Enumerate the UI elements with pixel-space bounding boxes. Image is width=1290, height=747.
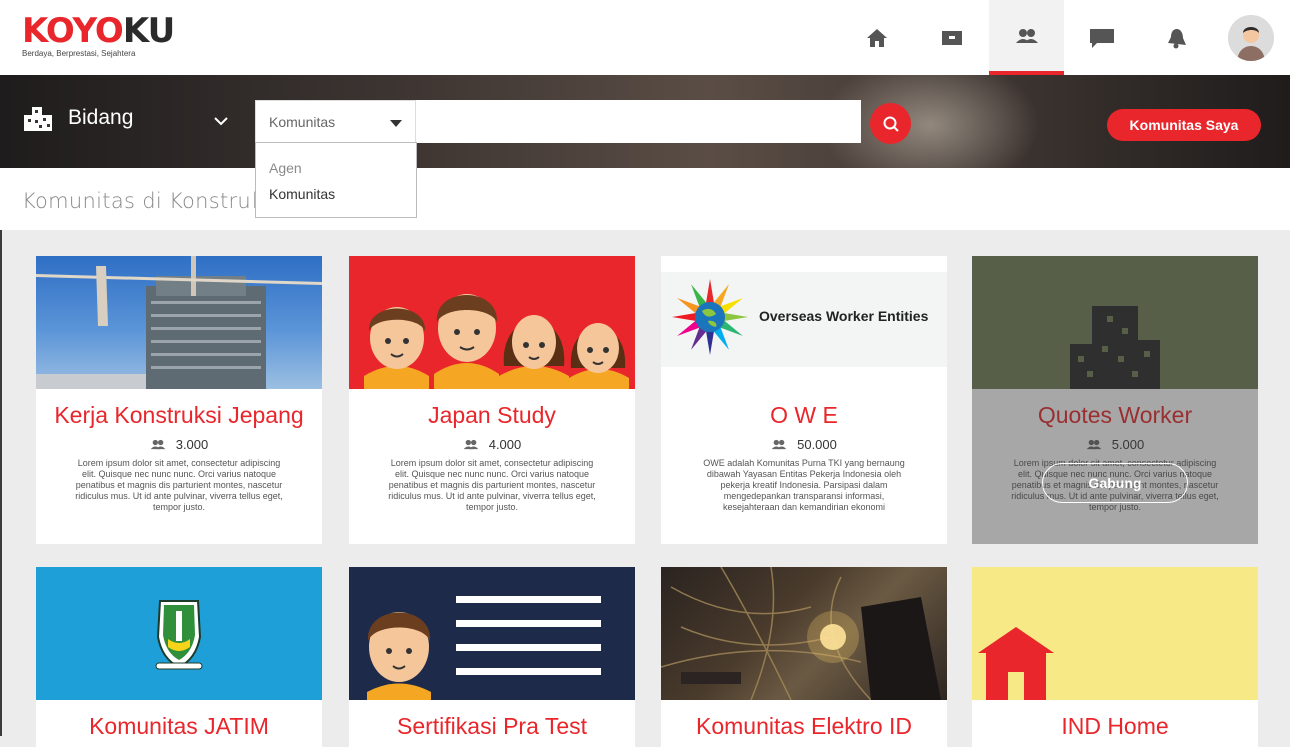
logo-text-red: KOYO (22, 11, 124, 51)
category-label: Bidang (68, 106, 134, 129)
community-card[interactable]: IND Home (972, 567, 1258, 747)
community-grid: Kerja Konstruksi Jepang 3.000 Lorem ipsu… (0, 230, 1290, 747)
my-communities-button[interactable]: Komunitas Saya (1107, 109, 1261, 141)
card-image-jatim (36, 567, 322, 700)
nav-community[interactable] (989, 0, 1064, 75)
search-button[interactable] (870, 103, 911, 144)
card-icon (941, 30, 962, 45)
community-card[interactable]: Sertifikasi Pra Test (349, 567, 635, 747)
chat-icon (1089, 28, 1114, 48)
card-member-count: 4.000 (349, 437, 635, 452)
members-icon (463, 439, 479, 450)
community-card[interactable]: Kerja Konstruksi Jepang 3.000 Lorem ipsu… (36, 256, 322, 544)
card-member-count: 3.000 (36, 437, 322, 452)
logo-text-dark: KU (122, 11, 175, 51)
member-count-value: 3.000 (175, 437, 209, 452)
member-count-value: 4.000 (488, 437, 522, 452)
top-navbar: KOYOKU Berdaya, Berprestasi, Sejahtera (0, 0, 1290, 75)
logo[interactable]: KOYOKU Berdaya, Berprestasi, Sejahtera (22, 11, 175, 58)
filter-option-agen[interactable]: Agen (256, 159, 416, 185)
section-header: Komunitas di Konstruk (0, 168, 1290, 230)
community-card[interactable]: Quotes Worker 5.000 Lorem ipsum dolor si… (972, 256, 1258, 544)
card-image-students (349, 256, 635, 389)
jatim-emblem (155, 600, 203, 670)
filter-dropdown-menu: Agen Komunitas (255, 142, 417, 218)
nav-home[interactable] (839, 0, 914, 75)
card-image-owe-logo: Overseas Worker Entities (661, 256, 947, 389)
bell-icon (1167, 28, 1186, 48)
card-image-indhome (972, 567, 1258, 700)
card-title[interactable]: O W E (661, 401, 947, 429)
filter-select-value: Komunitas (269, 113, 336, 130)
buildings-icon (24, 107, 52, 131)
search-band: Bidang Komunitas Komunitas Saya (0, 75, 1290, 168)
community-card[interactable]: Overseas Worker Entities O W E 50.000 OW… (661, 256, 947, 544)
search-input[interactable] (416, 100, 861, 143)
community-icon (1015, 28, 1038, 43)
owe-globe-logo (672, 279, 748, 355)
join-button[interactable]: Gabung (1042, 463, 1188, 503)
search-icon (883, 116, 899, 132)
community-card[interactable]: Japan Study 4.000 Lorem ipsum dolor sit … (349, 256, 635, 544)
house-icon (978, 627, 1054, 700)
card-description: OWE adalah Komunitas Purna TKI yang bern… (703, 458, 905, 512)
home-icon (866, 28, 887, 47)
category-selector[interactable]: Bidang (22, 105, 133, 131)
card-member-count: 50.000 (661, 437, 947, 452)
nav-chat[interactable] (1064, 0, 1139, 75)
card-image-construction (36, 256, 322, 389)
card-description: Lorem ipsum dolor sit amet, consectetur … (388, 458, 596, 512)
avatar-icon (1228, 15, 1274, 61)
member-count-value: 50.000 (797, 437, 837, 452)
card-description: Lorem ipsum dolor sit amet, consectetur … (75, 458, 283, 512)
card-image-certification (349, 567, 635, 700)
nav-card[interactable] (914, 0, 989, 75)
user-avatar[interactable] (1228, 15, 1274, 61)
card-title[interactable]: Kerja Konstruksi Jepang (36, 401, 322, 429)
card-image-electronics (661, 567, 947, 700)
chevron-down-icon[interactable] (212, 115, 230, 127)
nav-notifications[interactable] (1139, 0, 1214, 75)
members-icon (771, 439, 787, 450)
community-card[interactable]: Komunitas Elektro ID (661, 567, 947, 747)
community-card[interactable]: Komunitas JATIM (36, 567, 322, 747)
dropdown-caret-icon (390, 120, 402, 127)
section-heading: Komunitas di Konstruk (22, 189, 264, 213)
members-icon (150, 439, 166, 450)
filter-option-komunitas[interactable]: Komunitas (256, 185, 416, 211)
card-title[interactable]: Japan Study (349, 401, 635, 429)
owe-image-text: Overseas Worker Entities (759, 308, 929, 324)
filter-select[interactable]: Komunitas (255, 100, 416, 143)
